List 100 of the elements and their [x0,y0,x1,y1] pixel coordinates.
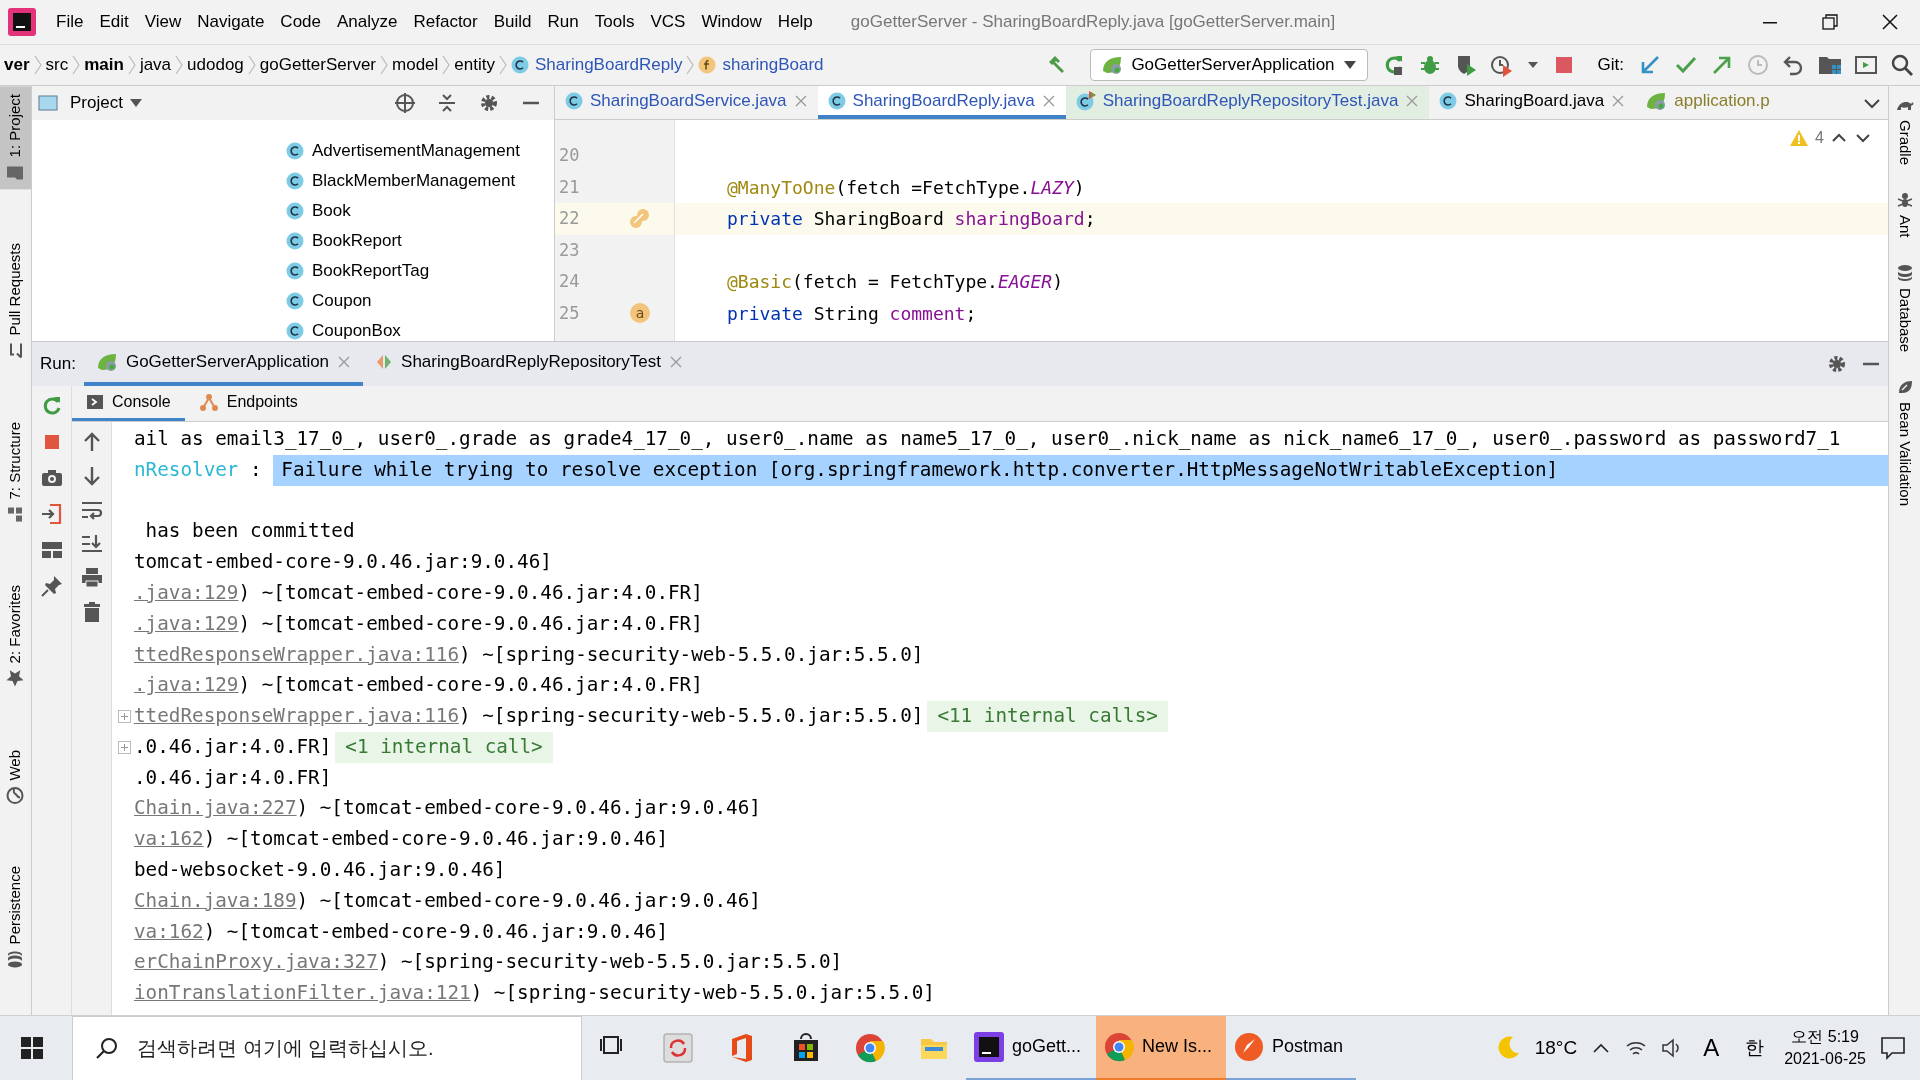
profiler-icon[interactable] [1489,53,1514,77]
tool-window-tab[interactable]: Web [0,741,31,813]
exit-icon[interactable] [39,502,64,526]
stack-trace-link[interactable]: .java:129 [134,578,239,608]
line-number: 22 [559,207,580,230]
chevron-right-icon [127,55,136,75]
class-icon [565,91,583,110]
tool-window-tab[interactable]: 7: Structure [0,413,31,532]
language-indicator[interactable]: 한 [1739,1030,1771,1066]
editor-tab[interactable]: SharingBoardReplyRepositoryTest.java [1065,86,1430,119]
breadcrumb-item[interactable]: main [80,52,128,78]
menu-item[interactable]: Run [539,9,587,35]
console-tab[interactable]: Endpoints [184,386,312,421]
locate-icon[interactable] [394,92,416,114]
menu-item[interactable]: Navigate [189,9,273,35]
tool-window-tab[interactable]: Persistence [0,858,31,977]
search-field[interactable]: 검색하려면 여기에 입력하십시오. [72,1015,582,1080]
menu-item[interactable]: File [48,9,92,35]
notification-icon[interactable] [1880,1035,1906,1061]
stack-trace-link[interactable]: Chain.java:189 [134,886,297,916]
menu-item[interactable]: VCS [642,9,694,35]
breadcrumb-item[interactable]: goGetterServer [255,52,381,78]
breadcrumb-item[interactable]: java [135,52,176,78]
pin-icon[interactable] [39,574,64,598]
terminal-icon[interactable] [1854,53,1878,77]
stack-trace-link[interactable]: ttedResponseWrapper.java:116 [134,702,460,732]
breadcrumb-item[interactable]: src [41,52,73,78]
breadcrumb-link[interactable]: sharingBoard [694,52,828,78]
run-configuration-dropdown[interactable]: GoGetterServerApplication [1090,49,1368,81]
stack-trace-link[interactable]: va:162 [134,825,204,855]
menu-item[interactable]: Analyze [329,9,406,35]
stack-trace-link[interactable]: ttedResponseWrapper.java:116 [134,640,460,670]
spring-leaf-icon [95,352,118,372]
store-app-icon[interactable] [791,1033,821,1063]
editor-tab[interactable]: SharingBoardReply.java [817,86,1066,119]
close-icon[interactable] [1880,12,1900,32]
breadcrumb-item[interactable]: udodog [183,52,248,78]
stack-trace-link[interactable]: .java:129 [134,609,239,639]
tool-window-tab[interactable]: Database [1889,257,1920,358]
taskbar-app[interactable]: Postman [1226,1015,1356,1080]
log-text: ) ~[tomcat-embed-core-9.0.46.jar:9.0.46] [296,795,761,822]
project-view-dropdown[interactable]: Project [66,90,147,116]
tool-window-tab[interactable]: Ant [1889,185,1920,244]
tree-item[interactable]: BookReport [32,226,408,256]
print-icon[interactable] [79,566,104,590]
tree-item[interactable]: AdvertisementManagement [32,136,526,166]
menu-item[interactable]: View [136,9,190,35]
menu-item[interactable]: Edit [91,9,137,35]
tool-window-tab[interactable]: Bean Validation [1889,371,1920,512]
menu-item[interactable]: Build [485,9,540,35]
tool-window-tab[interactable]: Pull Requests [0,235,31,368]
breadcrumb-item[interactable]: ver [0,52,34,78]
log-text: ) ~[spring-security-web-5.5.0.jar:5.5.0] [459,703,924,730]
log-text: ) ~[tomcat-embed-core-9.0.46.jar:9.0.46] [203,918,668,945]
editor-tab[interactable]: SharingBoardService.java [555,86,818,119]
taskbar-app[interactable]: New Is... [1096,1015,1226,1080]
log-text: bed-websocket-9.0.46.jar:9.0.46] [134,857,506,884]
stack-trace-link[interactable]: Chain.java:227 [134,794,297,824]
breadcrumb-item[interactable]: model [388,52,443,78]
tool-window-tab[interactable]: 2: Favorites [0,577,31,696]
settings-icon[interactable] [1826,353,1848,375]
stack-trace-link[interactable]: va:162 [134,917,204,947]
stack-trace-link[interactable]: ionTranslationFilter.java:121 [134,979,471,1009]
internal-calls-fold[interactable]: <1 internal call> [335,731,553,763]
tree-item[interactable]: BlackMemberManagement [32,166,522,196]
menu-item[interactable]: Tools [586,9,643,35]
search-icon[interactable] [1890,53,1914,77]
log-text: ) ~[tomcat-embed-core-9.0.46.jar:4.0.FR] [238,610,703,637]
restore-icon[interactable] [1820,12,1840,32]
menu-item[interactable]: Refactor [405,9,486,35]
collapse-icon[interactable] [436,92,458,114]
breadcrumb-item[interactable]: entity [450,52,499,78]
expand-fold-icon[interactable] [118,740,131,754]
editor-tab[interactable]: SharingBoard.java [1429,86,1636,119]
log-text: ) ~[spring-security-web-5.5.0.jar:5.5.0] [470,980,935,1007]
internal-calls-fold[interactable]: <11 internal calls> [927,701,1168,732]
ant-icon [1895,191,1914,210]
tree-item[interactable]: BookReportTag [32,256,436,286]
menu-item[interactable]: Window [693,9,770,35]
expand-fold-icon[interactable] [118,710,131,724]
menu-item[interactable]: Help [769,9,821,35]
tree-item[interactable]: Coupon [32,286,378,316]
tool-window-tab[interactable]: 1: Project [0,86,31,190]
search-input[interactable]: 검색하려면 여기에 입력하십시오. [135,1018,581,1078]
gutter-badge[interactable]: a [630,303,650,324]
ime-mode[interactable]: A [1697,1027,1726,1069]
editor-tab[interactable]: application.p [1635,86,1780,119]
selected-log-text: Failure while trying to resolve exception [org.springframework.http.converter.HttpMessageNotWritableException] [273,454,1888,486]
log-text: ) ~[tomcat-embed-core-9.0.46.jar:4.0.FR] [238,579,703,606]
breadcrumb-link[interactable]: SharingBoardReply [507,52,687,78]
tree-item[interactable]: Book [32,196,357,226]
stack-trace-link[interactable]: .java:129 [134,671,239,701]
menu-item[interactable]: Code [272,9,329,35]
browser-app-icon[interactable] [855,1033,885,1063]
settings-icon[interactable] [478,92,500,114]
windows-start-icon[interactable] [20,1036,44,1060]
tool-window-tab[interactable]: Gradle [1889,90,1920,172]
run-tab[interactable]: SharingBoardReplyRepositoryTest [363,342,695,386]
sync-app-icon[interactable] [663,1033,693,1063]
stack-trace-link[interactable]: erChainProxy.java:327 [134,948,378,978]
